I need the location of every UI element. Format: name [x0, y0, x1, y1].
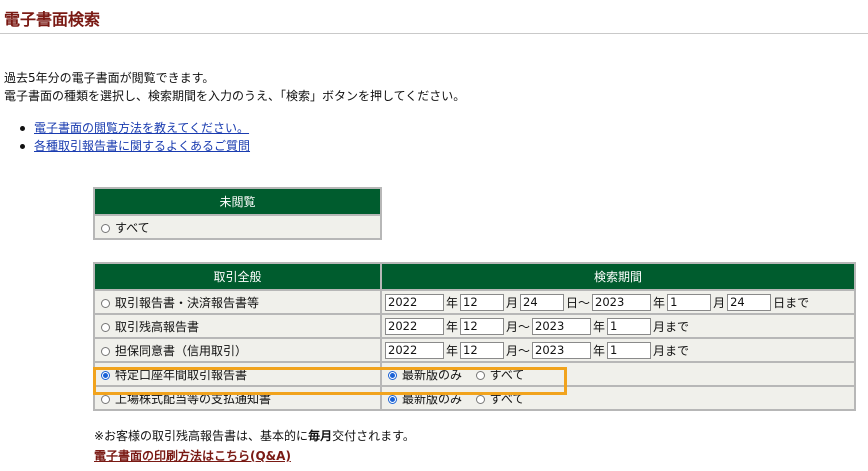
unread-table: 未閲覧 すべて — [93, 187, 382, 240]
dividend-notice-option[interactable]: 上場株式配当等の支払通知書 — [93, 385, 382, 411]
balance-report-period: 2022 年 12 月～ 2023 年 1 月まで — [380, 313, 856, 339]
to-month-input[interactable]: 1 — [607, 317, 652, 335]
faq-link[interactable]: 各種取引報告書に関するよくあるご質問 — [34, 139, 250, 153]
balance-report-option[interactable]: 取引残高報告書 — [93, 313, 382, 339]
to-month-input[interactable]: 1 — [607, 341, 652, 359]
all-versions-radio[interactable] — [475, 394, 485, 404]
table-row: 特定口座年間取引報告書 最新版のみ すべて — [93, 361, 856, 387]
collateral-agreement-option[interactable]: 担保同意書（信用取引） — [93, 337, 382, 363]
title-divider — [0, 33, 868, 34]
to-year-input[interactable]: 2023 — [532, 317, 592, 335]
note-prefix: ※お客様の取引残高報告書は、基本的に — [94, 429, 309, 443]
option-label: すべて — [115, 220, 150, 235]
option-label: 上場株式配当等の支払通知書 — [115, 391, 272, 406]
radio-icon[interactable] — [101, 223, 110, 233]
table-row: 取引報告書・決済報告書等 2022 年 12 月 24 日～ 2023 年 1 月 24 日まで — [93, 289, 856, 315]
option-label: 最新版のみ — [402, 391, 463, 406]
from-year-input[interactable]: 2022 — [385, 341, 444, 359]
radio-selected-icon[interactable] — [101, 370, 110, 380]
collateral-agreement-period: 2022 年 12 月～ 2023 年 1 月まで — [380, 337, 856, 363]
unit-label: 日～ — [566, 295, 591, 310]
specific-account-version: 最新版のみ すべて — [380, 361, 856, 387]
option-label: 取引報告書・決済報告書等 — [115, 295, 260, 310]
option-label: すべて — [489, 367, 525, 382]
radio-icon[interactable] — [101, 322, 110, 332]
to-month-input[interactable]: 1 — [667, 293, 712, 311]
intro-text: 過去5年分の電子書面が閲覧できます。 電子書面の種類を選択し、検索期間を入力のう… — [4, 69, 465, 105]
intro-line-2: 電子書面の種類を選択し、検索期間を入力のうえ、「検索」ボタンを押してください。 — [4, 89, 466, 103]
option-label: 担保同意書（信用取引） — [115, 343, 248, 358]
unit-label: 年 — [593, 343, 606, 358]
to-year-input[interactable]: 2023 — [592, 293, 652, 311]
unit-label: 月まで — [653, 343, 690, 358]
from-year-input[interactable]: 2022 — [385, 317, 444, 335]
unit-label: 年 — [446, 295, 459, 310]
radio-icon[interactable] — [101, 298, 110, 308]
radio-icon[interactable] — [101, 346, 110, 356]
from-day-input[interactable]: 24 — [520, 293, 565, 311]
unit-label: 月 — [713, 295, 726, 310]
table-row: 取引残高報告書 2022 年 12 月～ 2023 年 1 月まで — [93, 313, 856, 339]
bullet-icon — [20, 126, 25, 131]
page-title: 電子書面検索 — [4, 10, 101, 29]
unread-header: 未閲覧 — [93, 187, 382, 216]
unit-label: 月 — [506, 295, 519, 310]
period-header: 検索期間 — [380, 262, 856, 291]
specific-account-report-option[interactable]: 特定口座年間取引報告書 — [93, 361, 382, 387]
from-year-input[interactable]: 2022 — [385, 293, 444, 311]
how-to-view-link[interactable]: 電子書面の閲覧方法を教えてください。 — [34, 121, 249, 135]
from-month-input[interactable]: 12 — [460, 293, 505, 311]
help-links: 電子書面の閲覧方法を教えてください。 各種取引報告書に関するよくあるご質問 — [20, 119, 250, 155]
unit-label: 年 — [593, 319, 606, 334]
to-year-input[interactable]: 2023 — [532, 341, 592, 359]
option-label: すべて — [489, 391, 525, 406]
all-versions-radio[interactable] — [475, 370, 485, 380]
unread-all-option[interactable]: すべて — [93, 214, 382, 240]
unit-label: 年 — [653, 295, 666, 310]
from-month-input[interactable]: 12 — [460, 317, 505, 335]
option-label: 最新版のみ — [402, 367, 463, 382]
option-label: 特定口座年間取引報告書 — [115, 367, 248, 382]
latest-only-radio[interactable] — [388, 370, 397, 380]
category-header: 取引全般 — [93, 262, 382, 291]
table-row: 担保同意書（信用取引） 2022 年 12 月～ 2023 年 1 月まで — [93, 337, 856, 363]
from-month-input[interactable]: 12 — [460, 341, 505, 359]
unit-label: 月～ — [506, 343, 531, 358]
note-suffix: 交付されます。 — [332, 429, 415, 443]
list-item: 各種取引報告書に関するよくあるご質問 — [20, 137, 250, 155]
option-label: 取引残高報告書 — [115, 319, 200, 334]
unit-label: 年 — [446, 343, 459, 358]
list-item: 電子書面の閲覧方法を教えてください。 — [20, 119, 250, 137]
table-row: 上場株式配当等の支払通知書 最新版のみ すべて — [93, 385, 856, 411]
to-day-input[interactable]: 24 — [727, 293, 772, 311]
note-bold: 毎月 — [308, 429, 333, 443]
unit-label: 日まで — [773, 295, 810, 310]
trade-report-option[interactable]: 取引報告書・決済報告書等 — [93, 289, 382, 315]
unit-label: 月～ — [506, 319, 531, 334]
unit-label: 年 — [446, 319, 459, 334]
radio-icon[interactable] — [101, 394, 110, 404]
intro-line-1: 過去5年分の電子書面が閲覧できます。 — [4, 71, 215, 85]
bullet-icon — [20, 144, 25, 149]
document-search-table: 取引全般 検索期間 取引報告書・決済報告書等 2022 年 12 月 24 日～ 2023 年… — [93, 262, 856, 411]
print-method-link[interactable]: 電子書面の印刷方法はこちら(Q&A) — [94, 447, 291, 464]
trade-report-period: 2022 年 12 月 24 日～ 2023 年 1 月 24 日まで — [380, 289, 856, 315]
unit-label: 月まで — [653, 319, 690, 334]
latest-only-radio[interactable] — [388, 394, 397, 404]
delivery-note: ※お客様の取引残高報告書は、基本的に毎月交付されます。 — [94, 427, 415, 444]
dividend-notice-version: 最新版のみ すべて — [380, 385, 856, 411]
